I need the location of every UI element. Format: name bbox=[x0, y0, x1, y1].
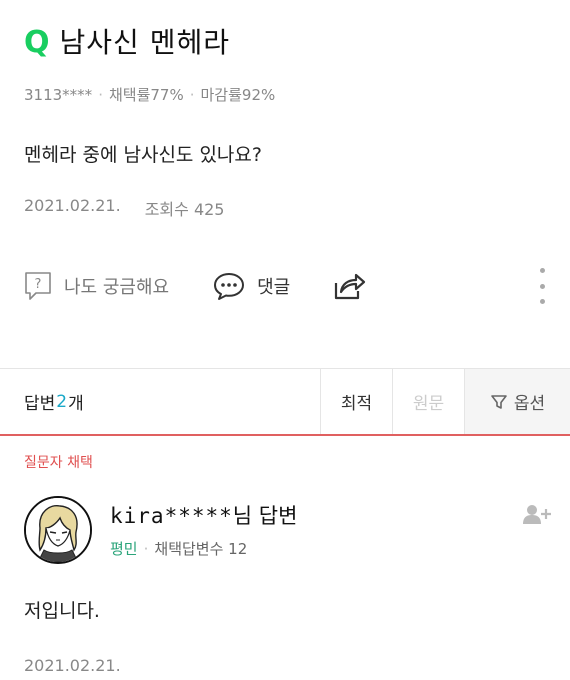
meta-separator: · bbox=[98, 85, 103, 104]
comment-button[interactable]: 댓글 bbox=[213, 271, 290, 301]
author-rank: 평민 bbox=[110, 540, 138, 558]
answer-count-prefix: 답변 bbox=[24, 394, 56, 414]
answer-author-line: kira***** 님 답변 bbox=[110, 500, 297, 530]
answer-username[interactable]: kira***** bbox=[110, 504, 233, 528]
answer-count-suffix: 개 bbox=[68, 394, 84, 414]
answer-header: kira***** 님 답변 평민 · 채택답변수 12 bbox=[24, 496, 554, 566]
answer-name-suffix: 님 답변 bbox=[232, 504, 298, 528]
sort-original-button[interactable]: 원문 bbox=[392, 369, 464, 434]
asker-id[interactable]: 3113**** bbox=[24, 86, 92, 104]
options-label: 옵션 bbox=[513, 394, 546, 414]
sort-best-button[interactable]: 최적 bbox=[320, 369, 392, 434]
avatar-drawing-icon bbox=[26, 498, 90, 562]
answer-count-number: 2 bbox=[56, 391, 68, 412]
meta-separator: · bbox=[189, 85, 195, 104]
view-count: 조회수 425 bbox=[144, 200, 225, 219]
filter-icon bbox=[491, 394, 507, 409]
speech-bubble-icon bbox=[214, 273, 245, 300]
question-meta: 3113**** · 채택률77% · 마감률92% bbox=[24, 84, 275, 105]
adopt-rate: 채택률77% bbox=[108, 86, 184, 104]
meta-separator: · bbox=[143, 539, 149, 558]
answer-body: 저입니다. bbox=[24, 600, 100, 622]
question-title-row: Q 남사신 멘헤라 bbox=[24, 28, 230, 58]
question-body: 멘헤라 중에 남사신도 있나요? bbox=[24, 144, 262, 166]
curious-label: 나도 궁금해요 bbox=[64, 277, 170, 298]
adopted-answer-count: 채택답변수 12 bbox=[154, 540, 248, 558]
svg-text:?: ? bbox=[35, 277, 42, 292]
add-friend-icon[interactable] bbox=[522, 504, 552, 524]
q-logo-icon: Q bbox=[24, 25, 50, 60]
chosen-by-asker-badge: 질문자 채택 bbox=[24, 455, 93, 471]
question-date: 2021.02.21. bbox=[24, 196, 121, 215]
question-date-row: 2021.02.21. 조회수 425 bbox=[24, 196, 225, 220]
comment-label: 댓글 bbox=[257, 277, 291, 298]
answers-tabbar: 답변 2 개 최적 원문 옵션 bbox=[0, 368, 570, 436]
curious-button[interactable]: ? 나도 궁금해요 bbox=[24, 271, 169, 301]
question-actions: ? 나도 궁금해요 댓글 bbox=[24, 266, 554, 306]
close-rate: 마감률92% bbox=[200, 86, 276, 104]
answer-count: 답변 2 개 bbox=[0, 369, 320, 434]
answer-date: 2021.02.21. bbox=[24, 656, 121, 675]
question-title: 남사신 멘헤라 bbox=[59, 26, 230, 59]
answer-author-meta: 평민 · 채택답변수 12 bbox=[110, 538, 247, 559]
avatar[interactable] bbox=[24, 496, 92, 564]
share-icon[interactable] bbox=[332, 271, 366, 301]
more-vertical-icon[interactable] bbox=[532, 268, 552, 304]
options-button[interactable]: 옵션 bbox=[464, 369, 570, 434]
question-box-icon: ? bbox=[25, 272, 51, 300]
